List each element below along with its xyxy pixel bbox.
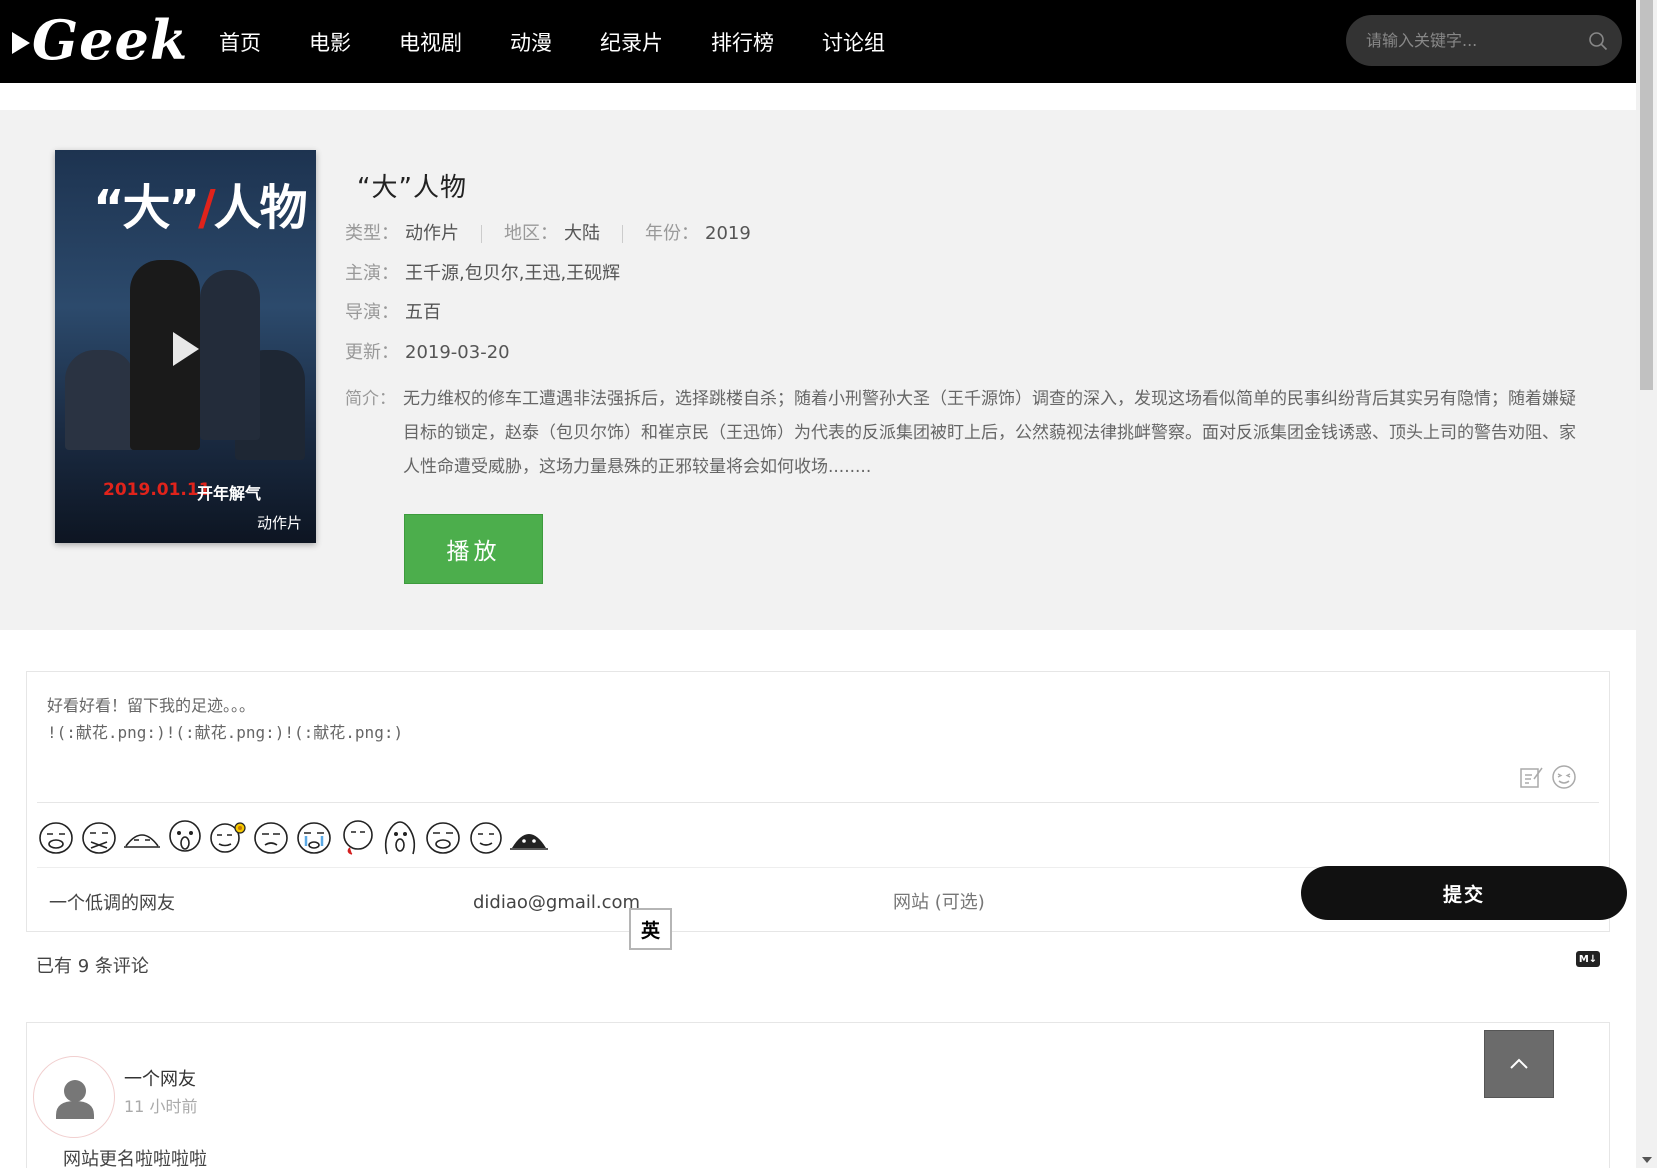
emoji-smirk-icon[interactable] xyxy=(424,818,462,856)
cast-value[interactable]: 王千源,包贝尔,王迅,王砚辉 xyxy=(405,262,620,286)
type-value[interactable]: 动作片 xyxy=(405,222,459,246)
region-value[interactable]: 大陆 xyxy=(564,222,600,246)
cast-label: 主演： xyxy=(345,263,399,284)
nav-item-tv[interactable]: 电视剧 xyxy=(399,27,462,57)
chevron-up-icon xyxy=(1510,1058,1528,1069)
divider xyxy=(622,225,623,243)
emoji-flower-icon[interactable] xyxy=(209,818,247,856)
comment-list: 一个网友 11 小时前 网站更名啦啦啦啦 xyxy=(26,1022,1610,1168)
year-value[interactable]: 2019 xyxy=(705,222,751,246)
logo-text: Geek xyxy=(32,8,189,72)
poster-play-icon[interactable] xyxy=(173,332,199,366)
comment-form: 好看好看！留下我的足迹。。。 !(:献花.png:)!(:献花.png:)!(:… xyxy=(26,671,1627,932)
nav-item-documentary[interactable]: 纪录片 xyxy=(600,27,663,57)
cast-row: 主演： 王千源,包贝尔,王迅,王砚辉 xyxy=(345,262,620,286)
play-triangle-icon xyxy=(12,32,30,54)
emoji-picker xyxy=(37,812,553,862)
director-value[interactable]: 五百 xyxy=(405,301,441,325)
emoji-covered-mouth-icon[interactable] xyxy=(80,818,118,856)
emoji-scream-icon[interactable] xyxy=(381,818,419,856)
scroll-down-arrow-icon[interactable] xyxy=(1642,1157,1652,1163)
search-box xyxy=(1346,15,1622,66)
emoji-vomit-icon[interactable] xyxy=(338,818,376,856)
emoji-annoyed-icon[interactable] xyxy=(252,818,290,856)
markdown-edit-icon[interactable] xyxy=(1518,764,1544,790)
divider xyxy=(37,802,1599,803)
comment-count: 已有 9 条评论 xyxy=(36,956,149,977)
poster-date: 2019.01.11 xyxy=(103,480,211,500)
poster-release-text: 开年解气 xyxy=(197,484,262,503)
poster-figure xyxy=(65,350,135,450)
user-silhouette-icon xyxy=(56,1080,94,1119)
poster-title: “大”/人物 xyxy=(93,180,308,236)
website-input[interactable] xyxy=(893,877,1253,927)
emoji-toggle-icon[interactable] xyxy=(1551,764,1577,790)
region-label: 地区： xyxy=(504,223,558,244)
comment-textarea[interactable]: 好看好看！留下我的足迹。。。 !(:献花.png:)!(:献花.png:)!(:… xyxy=(47,692,1447,772)
nav-item-home[interactable]: 首页 xyxy=(219,27,261,57)
site-logo[interactable]: Geek xyxy=(12,8,189,72)
markdown-icon[interactable]: M↓ xyxy=(1576,951,1600,967)
divider xyxy=(481,225,482,243)
intro-text: 无力维权的修车工遭遇非法强拆后，选择跳楼自杀；随着小刑警孙大圣（王千源饰）调查的… xyxy=(403,389,1576,477)
emoji-crying-icon[interactable] xyxy=(295,818,333,856)
movie-title: “大”人物 xyxy=(357,173,467,203)
comment-author[interactable]: 一个网友 xyxy=(124,1065,196,1091)
name-input[interactable] xyxy=(49,877,409,927)
nav-item-anime[interactable]: 动漫 xyxy=(510,27,552,57)
updated-row: 更新： 2019-03-20 xyxy=(345,341,510,365)
nav-item-ranking[interactable]: 排行榜 xyxy=(711,27,774,57)
director-row: 导演： 五百 xyxy=(345,301,441,325)
play-button[interactable]: 播放 xyxy=(404,514,543,584)
updated-value: 2019-03-20 xyxy=(405,342,510,363)
director-label: 导演： xyxy=(345,302,399,323)
movie-poster[interactable]: “大”/人物 2019.01.11 开年解气 动作片 xyxy=(55,150,316,543)
nav-item-discussion[interactable]: 讨论组 xyxy=(822,27,885,57)
nav-item-movies[interactable]: 电影 xyxy=(309,27,351,57)
scrollbar-thumb[interactable] xyxy=(1640,0,1653,390)
intro-label: 简介： xyxy=(345,389,396,409)
year-label: 年份： xyxy=(645,223,699,244)
emoji-laugh-icon[interactable] xyxy=(37,818,75,856)
search-icon[interactable] xyxy=(1588,31,1608,51)
search-input[interactable] xyxy=(1366,15,1576,66)
emoji-hiding-icon[interactable] xyxy=(510,818,548,856)
synopsis: 简介： 无力维权的修车工遭遇非法强拆后，选择跳楼自杀；随着小刑警孙大圣（王千源饰… xyxy=(345,382,1585,484)
emoji-peek-icon[interactable] xyxy=(123,818,161,856)
comment-text: 网站更名啦啦啦啦 xyxy=(63,1149,207,1168)
back-to-top-button[interactable] xyxy=(1484,1030,1554,1098)
poster-genre-tag: 动作片 xyxy=(256,514,302,532)
type-label: 类型： xyxy=(345,223,399,244)
comment-time: 11 小时前 xyxy=(124,1097,198,1116)
page-scrollbar[interactable] xyxy=(1636,0,1657,1168)
updated-label: 更新： xyxy=(345,342,399,363)
ime-indicator: 英 xyxy=(629,908,672,950)
emoji-smile-icon[interactable] xyxy=(467,818,505,856)
meta-row: 类型： 动作片 地区： 大陆 年份： 2019 xyxy=(345,222,751,246)
movie-detail-section: “大”/人物 2019.01.11 开年解气 动作片 “大”人物 类型： 动作片… xyxy=(0,110,1636,630)
avatar xyxy=(33,1056,115,1138)
emoji-shocked-icon[interactable] xyxy=(166,818,204,856)
submit-button[interactable]: 提交 xyxy=(1301,866,1627,920)
main-nav: 首页 电影 电视剧 动漫 纪录片 排行榜 讨论组 xyxy=(195,0,909,83)
poster-figure xyxy=(200,270,260,440)
top-nav-bar: Geek 首页 电影 电视剧 动漫 纪录片 排行榜 讨论组 xyxy=(0,0,1636,83)
